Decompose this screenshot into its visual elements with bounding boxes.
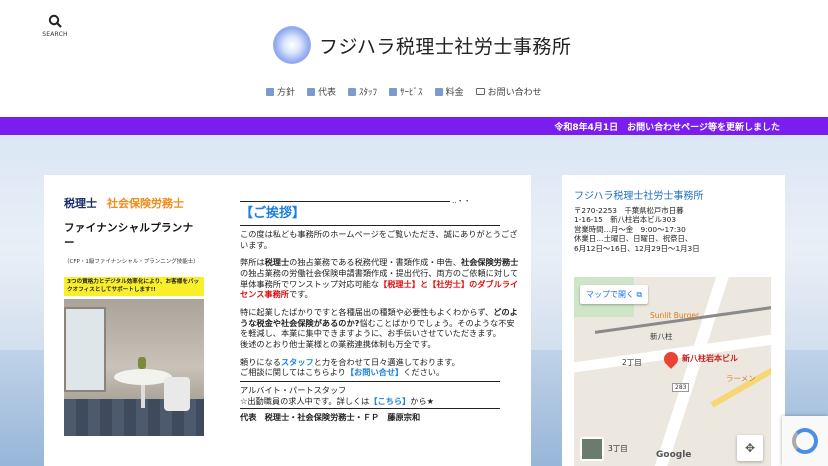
text-span: から★ [410, 395, 435, 406]
nav-item-fees[interactable]: 料金 [434, 85, 464, 98]
search-label: SEARCH [42, 31, 68, 38]
nav-item-representative[interactable]: 代表 [307, 85, 336, 98]
open-in-maps-label: マップで開く [586, 290, 634, 299]
signature: 代表 税理士・社会保険労務士・ＦＰ 藤原宗和 [240, 412, 421, 423]
map-expand-button[interactable]: ✥ [737, 435, 763, 461]
greeting-paragraph-3: 特に起業したばかりですと各種届出の種類や必要性もよくわからず、どのような税金や社… [240, 307, 520, 350]
divider [240, 380, 500, 382]
text-span: ☆出勤職員の求人中です。詳しくは [240, 395, 370, 406]
nav-item-label: 代表 [318, 88, 337, 98]
address-line: 6月12日～16日、12月29日～1月3日 [574, 243, 700, 253]
book-icon [389, 87, 398, 96]
map-label-chome3: 3丁目 [608, 444, 628, 453]
search-icon [48, 14, 62, 28]
nav-item-label: ｽﾀｯﾌ [359, 88, 378, 98]
site-logo-link[interactable]: フジハラ税理士社労士事務所 [273, 26, 571, 64]
office-flyer-image: 税理士 社会保険労務士 ファイナンシャルプランナー （CFP・1級ファイナンシャル… [64, 195, 204, 449]
text-span: ください。 [403, 367, 445, 378]
divider [240, 408, 500, 410]
google-map[interactable]: マップで開く ⧉ Sunlit Burger 新八柱 2丁目 新八柱岩本ビル ラ… [574, 277, 771, 466]
flyer-title: 税理士 社会保険労務士 [64, 195, 204, 211]
text-span: 特に起業したばかりですと各種届出の種類や必要性もよくわからず、 [240, 306, 494, 317]
contact-link[interactable]: 【お問い合せ】 [346, 367, 403, 377]
people-icon [348, 87, 357, 96]
staff-link[interactable]: スタッフ [281, 357, 314, 367]
flyer-subtitle: ファイナンシャルプランナー [64, 222, 194, 249]
open-in-maps-button[interactable]: マップで開く ⧉ [580, 285, 649, 304]
address-line: 休業日…土曜日、日曜日、祝祭日、 [574, 234, 693, 244]
google-logo: Google [656, 450, 692, 460]
address-line: 〒270-2253 千葉県松戸市日暮 [574, 206, 684, 215]
text-span: 税理士 [264, 257, 290, 268]
map-label-ramen: ラーメン [726, 374, 756, 383]
photo-table-stem [141, 383, 145, 409]
flyer-title-sharoushi: 社会保険労務士 [107, 197, 184, 210]
photo-plant [138, 357, 146, 370]
nav-item-label: お問い合わせ [487, 88, 542, 98]
book-icon [307, 87, 316, 96]
divider [240, 224, 500, 226]
recaptcha-badge[interactable] [782, 416, 828, 466]
greeting-card: 税理士 社会保険労務士 ファイナンシャルプランナー （CFP・1級ファイナンシャル… [44, 175, 531, 466]
text-span: です。 [288, 289, 313, 300]
nav-item-service[interactable]: ｻｰﾋﾞｽ [389, 85, 423, 98]
text-span: 社会保険労務士 [461, 257, 519, 268]
nav-item-policy[interactable]: 方針 [266, 85, 295, 98]
nav-item-label: 料金 [445, 88, 464, 98]
divider [240, 201, 450, 203]
address-line: 1-16-15 新八柱岩本ビル303 [574, 215, 677, 225]
flyer-title-tax: 税理士 [64, 197, 97, 210]
map-label-station: 新八柱 [650, 332, 673, 341]
address-line: 営業時間…月～金 9:00～17:30 [574, 224, 686, 234]
mail-icon [475, 88, 485, 95]
flyer-banner: 3つの資格力とデジタル効率化により、お客様をバックオフィスとしてサポートします!… [64, 277, 204, 297]
search-button[interactable]: SEARCH [42, 14, 68, 38]
text-span: ご相談に関してはこちらより [240, 367, 346, 378]
map-label-sunlit: Sunlit Burger [650, 311, 700, 320]
site-header: SEARCH フジハラ税理士社労士事務所 方針 代表 ｽﾀｯﾌ ｻｰﾋﾞｽ 料金… [0, 0, 828, 117]
office-address: 〒270-2253 千葉県松戸市日暮 1-16-15 新八柱岩本ビル303 営業… [574, 206, 779, 253]
satellite-toggle[interactable] [580, 437, 604, 461]
photo-chair [164, 377, 190, 412]
divider-dots: ‥・・ [452, 197, 471, 205]
nav-item-label: 方針 [277, 88, 296, 98]
recaptcha-icon [792, 428, 818, 454]
book-icon [266, 87, 274, 96]
photo-window [64, 307, 106, 393]
text-span: 頼りになる [240, 356, 281, 367]
map-label-chome2: 2丁目 [622, 358, 642, 367]
map-label-office: 新八柱岩本ビル [682, 354, 738, 363]
text-span: の独占業務である税務代理・書類作成・申告、 [289, 257, 462, 268]
recruit-title: アルバイト・パートスタッフ [240, 384, 347, 395]
greeting-paragraph-2: 弊所は税理士の独占業務である税務代理・書類作成・申告、社会保険労務士の独占業務の… [240, 257, 520, 300]
map-road-number: 283 [672, 383, 690, 392]
text-span: と力を合わせて日々邁進しております。 [313, 356, 460, 367]
nav-item-staff[interactable]: ｽﾀｯﾌ [348, 85, 377, 98]
nav-item-contact[interactable]: お問い合わせ [475, 85, 542, 98]
news-ticker: 令和8年4月1日 お問い合わせページ等を更新しました [0, 117, 828, 135]
text-span: 後述のとおり他士業様との業務連携体制も万全です。 [240, 338, 436, 349]
logo-icon [273, 26, 311, 64]
recruit-text: ☆出勤職員の求人中です。詳しくは【こちら】から★ [240, 396, 520, 407]
greeting-paragraph-4: 頼りになるスタッフと力を合わせて日々邁進しております。 ご相談に関してはこちらより… [240, 357, 520, 378]
main-nav: 方針 代表 ｽﾀｯﾌ ｻｰﾋﾞｽ 料金 お問い合わせ [266, 85, 542, 98]
office-photo [64, 299, 204, 437]
map-road [650, 277, 730, 466]
sidebar-office-info: フジハラ税理士社労士事務所 〒270-2253 千葉県松戸市日暮 1-16-15… [562, 175, 785, 466]
sidebar-title: フジハラ税理士社労士事務所 [574, 191, 704, 202]
money-icon [434, 87, 443, 96]
text-span: 弊所は [240, 257, 265, 268]
nav-item-label: ｻｰﾋﾞｽ [400, 88, 423, 98]
recruit-link[interactable]: 【こちら】 [369, 396, 410, 406]
external-link-icon: ⧉ [636, 290, 643, 299]
move-icon: ✥ [744, 441, 756, 455]
news-ticker-text[interactable]: 令和8年4月1日 お問い合わせページ等を更新しました [554, 120, 780, 133]
greeting-paragraph-1: この度は私ども事務所のホームページをご覧いただき、誠にありがとうございます。 [240, 228, 518, 250]
greeting-heading: 【ご挨拶】 [240, 206, 306, 222]
site-title: フジハラ税理士社労士事務所 [319, 35, 572, 58]
greeting-text: ‥・・ 【ご挨拶】 この度は私ども事務所のホームページをご覧いただき、誠にありが… [240, 197, 520, 423]
flyer-cfp: （CFP・1級ファイナンシャル・プランニング技能士） [64, 259, 199, 265]
